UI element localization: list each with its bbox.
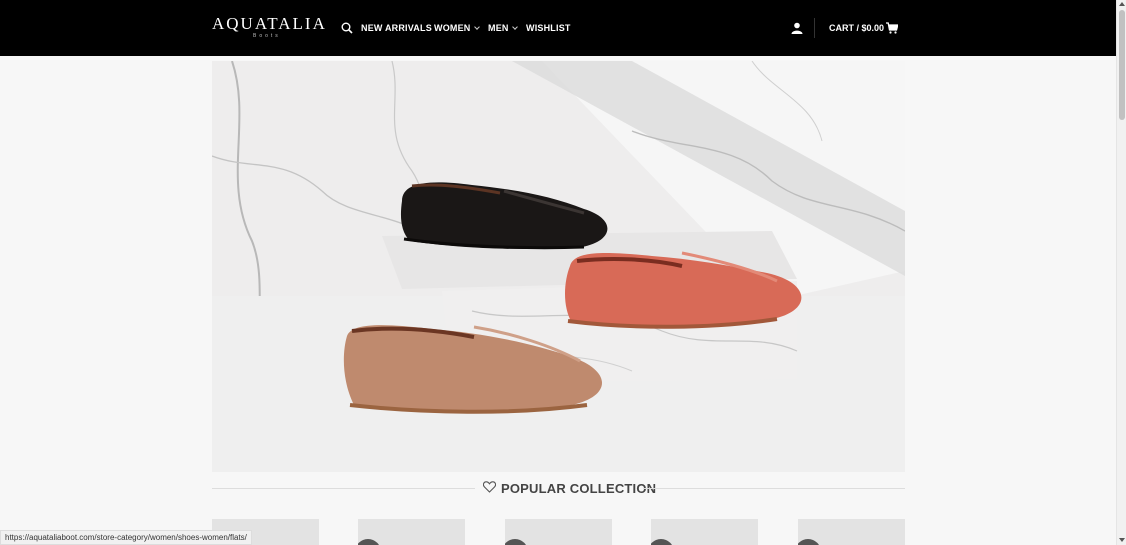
cart-link[interactable]: CART / $0.00 xyxy=(829,23,884,33)
nav-new-arrivals-label: NEW ARRIVALS xyxy=(361,23,432,33)
brand-logo-subtitle: Boots xyxy=(253,33,281,39)
cart-icon[interactable] xyxy=(886,22,898,34)
product-badge xyxy=(505,539,528,545)
nav-men[interactable]: MEN xyxy=(488,23,518,33)
section-divider-right xyxy=(643,488,905,489)
search-icon[interactable] xyxy=(341,22,353,34)
product-card[interactable] xyxy=(651,519,758,545)
brand-logo[interactable]: AQUATALIA xyxy=(212,14,327,34)
product-card[interactable] xyxy=(505,519,612,545)
nav-new-arrivals[interactable]: NEW ARRIVALS xyxy=(361,23,432,33)
hero-banner[interactable] xyxy=(212,61,905,472)
user-account-icon[interactable] xyxy=(791,22,803,34)
nav-wishlist[interactable]: WISHLIST xyxy=(526,23,571,33)
scroll-down-arrow-icon[interactable] xyxy=(1119,538,1125,542)
product-badge xyxy=(798,539,821,545)
site-header: AQUATALIA Boots NEW ARRIVALS WOMEN MEN W… xyxy=(0,0,1116,56)
product-badge xyxy=(651,539,674,545)
scroll-up-arrow-icon[interactable] xyxy=(1119,2,1125,6)
nav-women[interactable]: WOMEN xyxy=(434,23,480,33)
section-divider-left xyxy=(212,488,475,489)
heart-icon xyxy=(483,481,496,493)
chevron-down-icon xyxy=(511,24,518,30)
nav-wishlist-label: WISHLIST xyxy=(526,23,571,33)
chevron-down-icon xyxy=(473,24,480,30)
header-divider xyxy=(814,18,815,38)
nav-men-label: MEN xyxy=(488,23,509,33)
scroll-thumb[interactable] xyxy=(1119,10,1125,120)
section-title: POPULAR COLLECTION xyxy=(501,481,657,496)
status-bar-url: https://aquataliaboot.com/store-category… xyxy=(0,530,252,545)
nav-women-label: WOMEN xyxy=(434,23,471,33)
hero-image xyxy=(212,61,905,472)
page: AQUATALIA Boots NEW ARRIVALS WOMEN MEN W… xyxy=(0,0,1126,545)
product-card[interactable] xyxy=(798,519,905,545)
product-card[interactable] xyxy=(358,519,465,545)
product-badge xyxy=(358,539,381,545)
scrollbar[interactable] xyxy=(1116,0,1126,545)
